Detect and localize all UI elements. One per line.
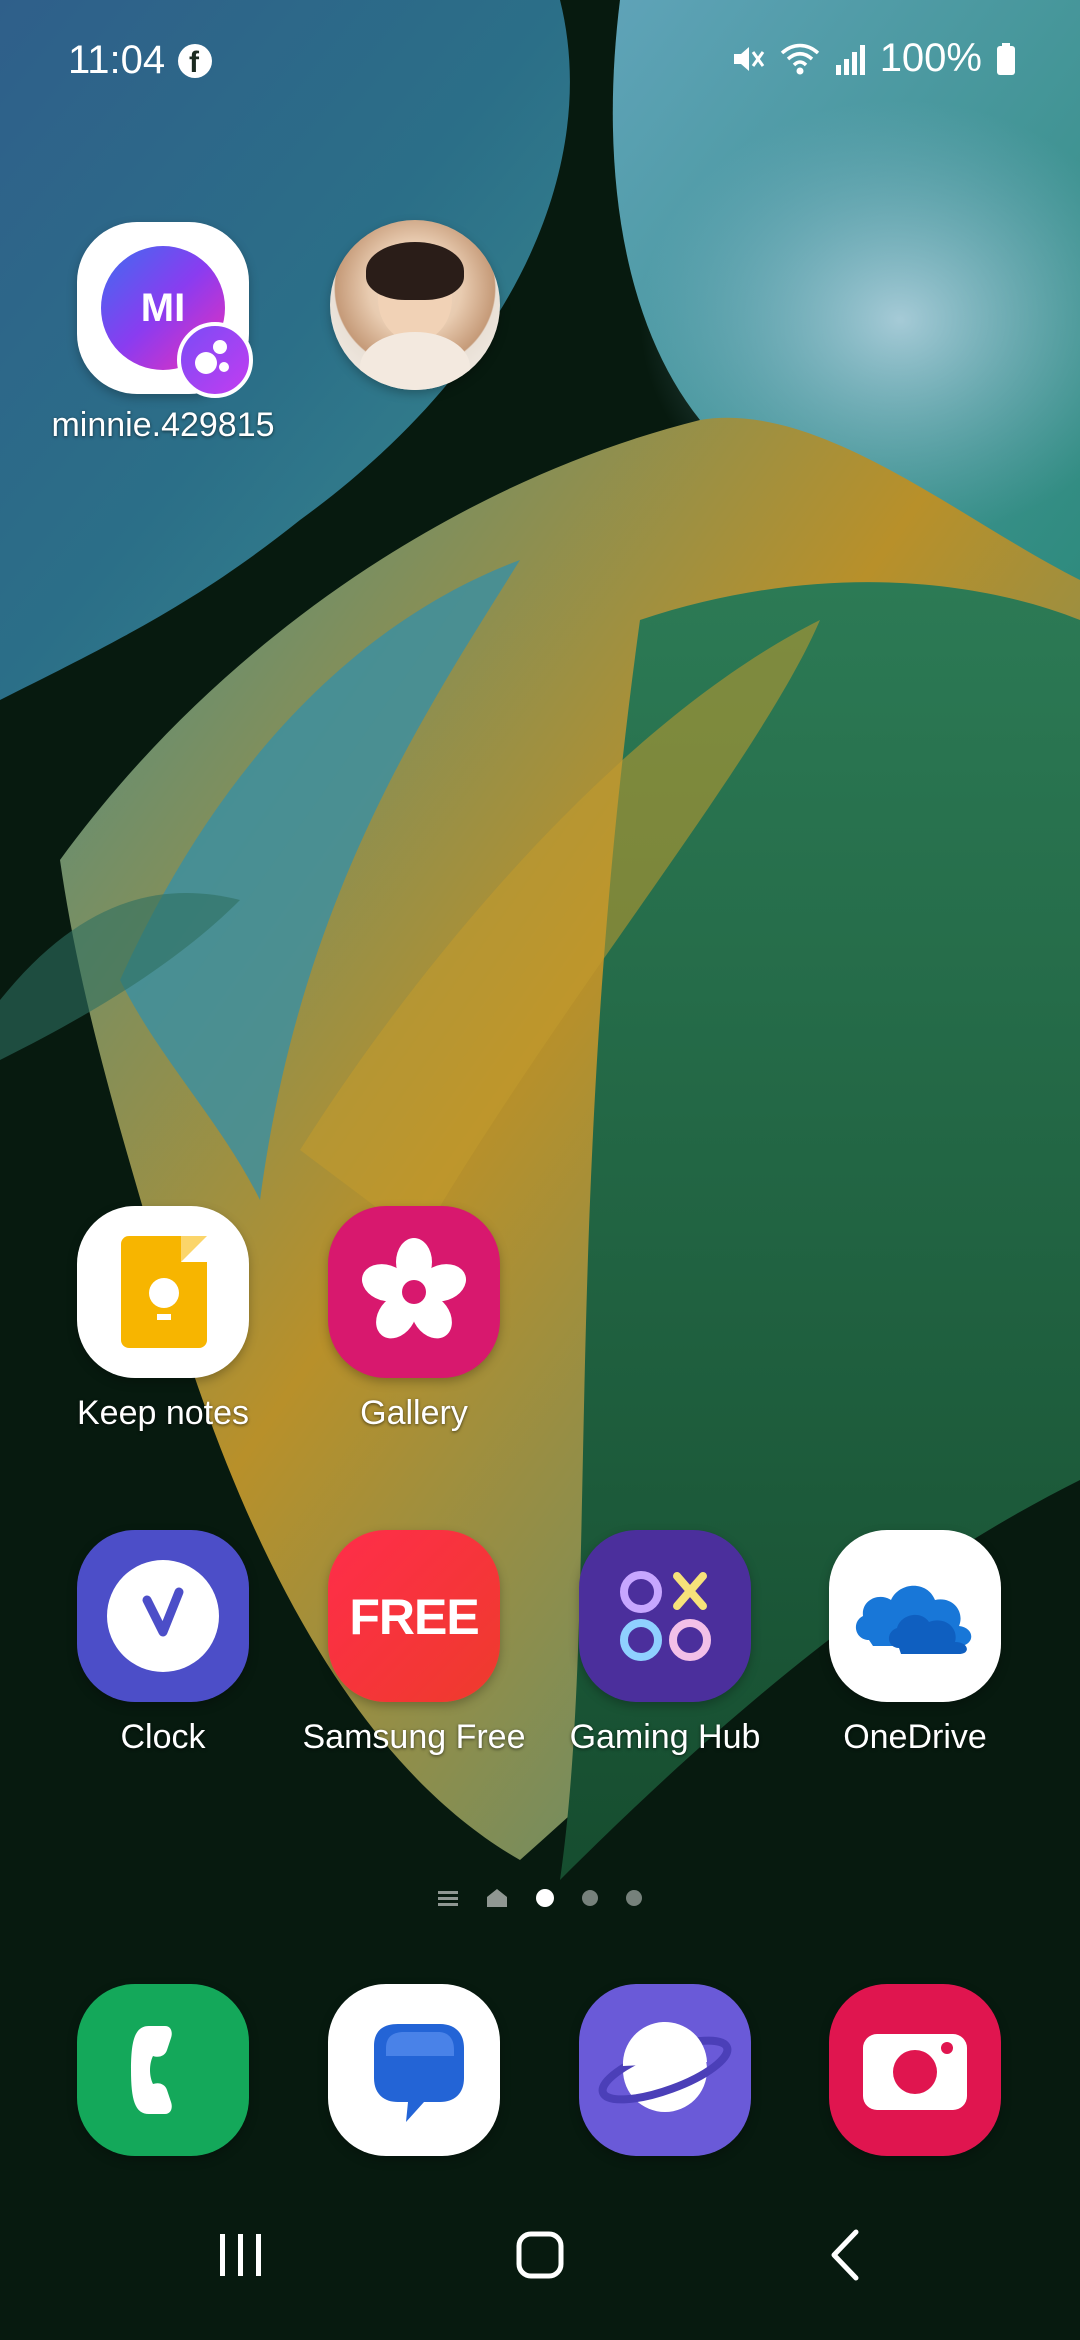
- gallery-flower-icon: [328, 1206, 500, 1378]
- dock-messages[interactable]: [289, 1984, 539, 2156]
- clock-icon: [77, 1530, 249, 1702]
- app-label: Clock: [120, 1718, 206, 1756]
- battery-icon: [997, 42, 1015, 75]
- messenger-shortcut[interactable]: MI minnie.429815: [38, 222, 288, 445]
- mute-icon: [733, 46, 764, 71]
- menu-lines-icon: [438, 1891, 458, 1906]
- samsung-free-logo-text: FREE: [349, 1589, 479, 1645]
- home-page-icon: [487, 1889, 507, 1907]
- dock-phone[interactable]: [38, 1984, 288, 2156]
- samsung-free-icon: FREE: [328, 1530, 500, 1702]
- signal-icon: [835, 44, 865, 75]
- navigation-bar: [0, 2190, 1080, 2340]
- dock-camera[interactable]: [790, 1984, 1040, 2156]
- messenger-badge-icon: [177, 322, 253, 398]
- facebook-icon: f: [178, 44, 212, 79]
- phone-icon: [77, 1984, 249, 2156]
- page-dot: [626, 1890, 642, 1906]
- page-dot: [582, 1890, 598, 1906]
- status-icons: 100%: [730, 36, 1016, 81]
- wifi-icon: [780, 43, 819, 74]
- app-label: Gaming Hub: [569, 1718, 761, 1756]
- app-label: OneDrive: [843, 1718, 987, 1756]
- app-keep-notes[interactable]: Keep notes: [38, 1206, 288, 1433]
- messages-icon: [328, 1984, 500, 2156]
- camera-icon: [829, 1984, 1001, 2156]
- contact-shortcut[interactable]: [290, 220, 540, 390]
- messenger-icon: MI: [77, 222, 253, 398]
- status-time: 11:04: [68, 38, 166, 82]
- app-label: Keep notes: [76, 1394, 250, 1432]
- contact-photo: [330, 220, 500, 390]
- app-samsung-free[interactable]: FREE Samsung Free: [289, 1530, 539, 1757]
- app-onedrive[interactable]: OneDrive: [790, 1530, 1040, 1757]
- status-bar: 11:04 f 100%: [0, 0, 1080, 120]
- internet-icon: [579, 1984, 751, 2156]
- gaming-hub-icon: [579, 1530, 751, 1702]
- back-button[interactable]: [820, 2228, 874, 2282]
- page-dot-active: [536, 1889, 554, 1907]
- messenger-label: minnie.429815: [51, 406, 275, 444]
- keep-notes-icon: [77, 1206, 249, 1378]
- battery-percentage: 100%: [879, 36, 982, 80]
- page-indicator[interactable]: [0, 1888, 1080, 1908]
- app-gallery[interactable]: Gallery: [289, 1206, 539, 1433]
- onedrive-cloud-icon: [829, 1530, 1001, 1702]
- app-gaming-hub[interactable]: Gaming Hub: [540, 1530, 790, 1757]
- app-clock[interactable]: Clock: [38, 1530, 288, 1757]
- app-label: Gallery: [360, 1394, 468, 1432]
- dock-internet[interactable]: [540, 1984, 790, 2156]
- app-label: Samsung Free: [302, 1718, 526, 1756]
- recent-apps-button[interactable]: [214, 2228, 268, 2282]
- home-button[interactable]: [513, 2228, 567, 2282]
